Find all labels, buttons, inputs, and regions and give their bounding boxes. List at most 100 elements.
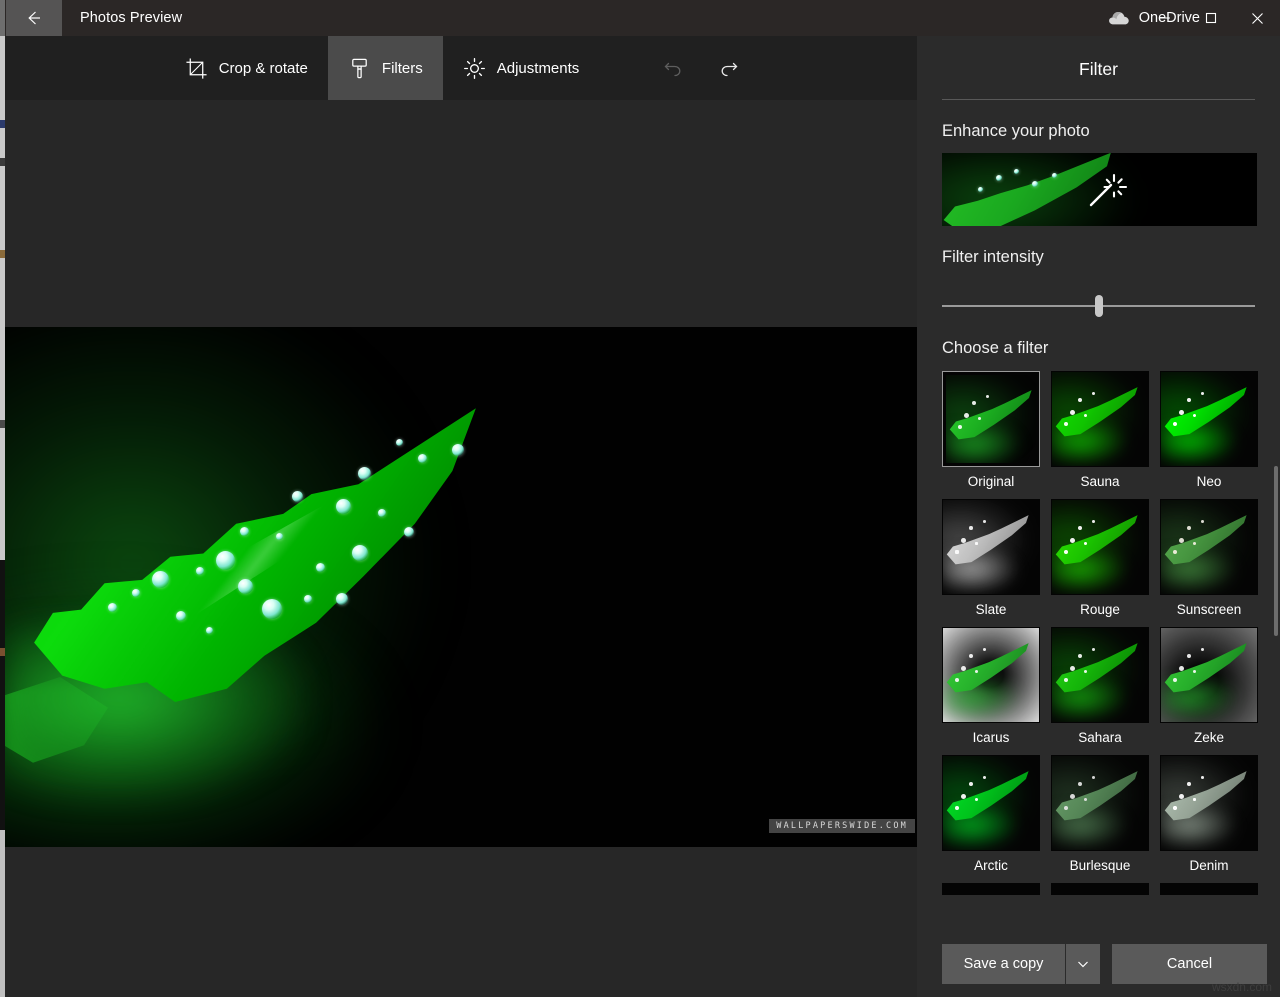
- panel-title: Filter: [1079, 59, 1118, 79]
- filter-label: Icarus: [972, 730, 1010, 745]
- filter-label: Denim: [1189, 858, 1229, 873]
- magic-wand-icon: [1089, 173, 1128, 207]
- filter-item-icarus[interactable]: Icarus: [942, 627, 1040, 747]
- water-droplet: [404, 527, 414, 537]
- filter-item-slate[interactable]: Slate: [942, 499, 1040, 619]
- background-window-edge: [0, 0, 5, 997]
- save-split-button: Save a copy: [942, 943, 1100, 984]
- scrollbar-thumb[interactable]: [1274, 466, 1278, 636]
- water-droplet: [378, 509, 386, 517]
- tool-filters-label: Filters: [381, 59, 423, 77]
- water-droplet: [292, 491, 303, 502]
- water-droplet: [132, 589, 140, 597]
- back-button[interactable]: [6, 0, 62, 36]
- save-a-copy-button[interactable]: Save a copy: [942, 943, 1065, 984]
- title-bar: Photos Preview OneDrive: [0, 0, 1280, 36]
- water-droplet: [216, 551, 235, 570]
- water-droplet: [1014, 169, 1019, 174]
- window-controls: [1142, 0, 1280, 36]
- filter-grid: Original Sauna Neo Slate Rouge Sunscreen…: [942, 371, 1258, 895]
- filter-thumbnail: [1160, 883, 1258, 895]
- water-droplet: [276, 533, 283, 540]
- panel-scrollbar[interactable]: [1274, 136, 1278, 956]
- water-droplet: [196, 567, 204, 575]
- maximize-button[interactable]: [1188, 0, 1234, 36]
- filter-thumbnail: [1160, 627, 1258, 723]
- filter-item-sauna[interactable]: Sauna: [1051, 371, 1149, 491]
- filter-label: Arctic: [974, 858, 1008, 873]
- water-droplet: [316, 563, 325, 572]
- panel-body: Enhance your photo Filter intensity Choo…: [917, 122, 1280, 895]
- water-droplet: [176, 611, 186, 621]
- filter-brush-icon: [352, 58, 367, 78]
- save-dropdown-button[interactable]: [1066, 943, 1100, 984]
- water-droplet: [152, 571, 169, 588]
- water-droplet: [240, 527, 249, 536]
- tool-crop-rotate[interactable]: Crop & rotate: [165, 36, 328, 100]
- crop-icon: [186, 57, 207, 79]
- filter-label: Slate: [975, 602, 1007, 617]
- cancel-button[interactable]: Cancel: [1112, 943, 1267, 984]
- water-droplet: [352, 545, 368, 561]
- close-button[interactable]: [1234, 0, 1280, 36]
- panel-divider: [942, 99, 1255, 100]
- water-droplet: [206, 627, 213, 634]
- back-arrow-icon: [28, 11, 40, 25]
- tool-filters[interactable]: Filters: [327, 36, 443, 100]
- filter-thumbnail: [1160, 755, 1258, 851]
- tool-adjustments-label: Adjustments: [496, 59, 580, 77]
- enhance-heading: Enhance your photo: [942, 122, 1090, 140]
- photo-watermark: WALLPAPERSWIDE.COM: [769, 819, 915, 833]
- redo-arrow-icon: [721, 62, 738, 77]
- chooser-heading: Choose a filter: [942, 339, 1049, 357]
- water-droplet: [396, 439, 403, 446]
- filter-intensity-slider[interactable]: [942, 295, 1255, 317]
- minimize-button[interactable]: [1142, 0, 1188, 36]
- water-droplet: [304, 595, 312, 603]
- maximize-icon: [1205, 12, 1217, 24]
- filter-item-neo[interactable]: Neo: [1160, 371, 1258, 491]
- water-droplet: [262, 599, 282, 619]
- minimize-icon: [1160, 17, 1170, 19]
- filter-thumbnail: [1051, 627, 1149, 723]
- intensity-heading: Filter intensity: [942, 248, 1044, 266]
- water-droplet: [996, 175, 1002, 181]
- editor-pane: Crop & rotate Filters Adjustments WALLPA…: [5, 36, 917, 997]
- filter-item-zeke[interactable]: Zeke: [1160, 627, 1258, 747]
- filter-item-arctic[interactable]: Arctic: [942, 755, 1040, 875]
- filter-thumbnail: [942, 371, 1040, 467]
- chevron-down-icon: [1078, 961, 1088, 967]
- brightness-sun-icon: [463, 57, 485, 79]
- filter-panel: Filter Enhance your photo Filter intensi…: [917, 36, 1280, 997]
- tool-adjustments[interactable]: Adjustments: [443, 36, 600, 100]
- filter-item-denim[interactable]: Denim: [1160, 755, 1258, 875]
- edit-toolbar: Crop & rotate Filters Adjustments: [5, 36, 917, 100]
- water-droplet: [452, 444, 464, 456]
- water-droplet: [1052, 173, 1057, 178]
- filter-item-rouge[interactable]: Rouge: [1051, 499, 1149, 619]
- filter-label: Sahara: [1078, 730, 1122, 745]
- filter-thumbnail: [1051, 755, 1149, 851]
- filter-item-partial[interactable]: [1160, 883, 1258, 895]
- filter-item-sahara[interactable]: Sahara: [1051, 627, 1149, 747]
- photo-canvas[interactable]: WALLPAPERSWIDE.COM: [5, 100, 917, 997]
- filter-item-burlesque[interactable]: Burlesque: [1051, 755, 1149, 875]
- filter-thumbnail: [1160, 371, 1258, 467]
- filter-item-sunscreen[interactable]: Sunscreen: [1160, 499, 1258, 619]
- filter-thumbnail: [1051, 883, 1149, 895]
- enhance-photo-button[interactable]: [942, 153, 1257, 226]
- filter-label: Burlesque: [1069, 858, 1131, 873]
- water-droplet: [238, 579, 253, 594]
- water-droplet: [108, 603, 117, 612]
- redo-button[interactable]: [701, 36, 757, 100]
- filter-thumbnail: [1051, 499, 1149, 595]
- water-droplet: [358, 467, 371, 480]
- filter-item-original[interactable]: Original: [942, 371, 1040, 491]
- water-droplet: [978, 187, 983, 192]
- filter-thumbnail: [942, 883, 1040, 895]
- undo-button[interactable]: [645, 36, 701, 100]
- slider-thumb[interactable]: [1094, 295, 1103, 317]
- filter-item-partial[interactable]: [1051, 883, 1149, 895]
- filter-item-partial[interactable]: [942, 883, 1040, 895]
- water-droplet: [336, 593, 348, 605]
